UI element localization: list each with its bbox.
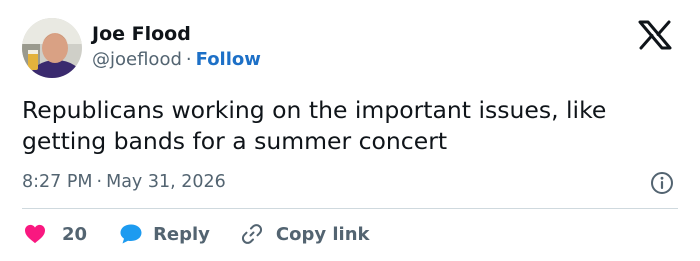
speech-bubble-icon [119,223,143,245]
tweet-text: Republicans working on the important iss… [22,96,607,155]
like-count: 20 [62,223,88,245]
separator-dot: · [96,172,103,192]
divider [22,208,678,209]
reply-label: Reply [153,223,210,245]
author-handle-row: @joeflood · Follow [92,48,261,72]
copy-link-label: Copy link [275,223,370,245]
like-button[interactable]: 20 [22,224,87,245]
author-handle[interactable]: @joeflood [92,49,182,70]
copy-link-button[interactable]: Copy link [240,222,370,246]
link-icon [240,222,264,246]
avatar[interactable] [22,18,82,78]
author-name[interactable]: Joe Flood [92,22,191,46]
tweet-timestamp[interactable]: 8:27 PM · May 31, 2026 [22,170,226,194]
follow-button[interactable]: Follow [196,49,261,70]
tweet-date[interactable]: May 31, 2026 [106,172,226,192]
tweet-time[interactable]: 8:27 PM [22,172,93,192]
tweet-card: Joe Flood @joeflood · Follow Republicans w… [0,0,700,261]
x-logo-icon[interactable] [636,20,674,50]
reply-button[interactable]: Reply [119,223,210,245]
separator-dot: · [185,49,192,70]
info-icon[interactable] [650,171,674,195]
heart-icon [22,224,46,244]
action-bar: 20 Reply Copy link [22,220,370,248]
